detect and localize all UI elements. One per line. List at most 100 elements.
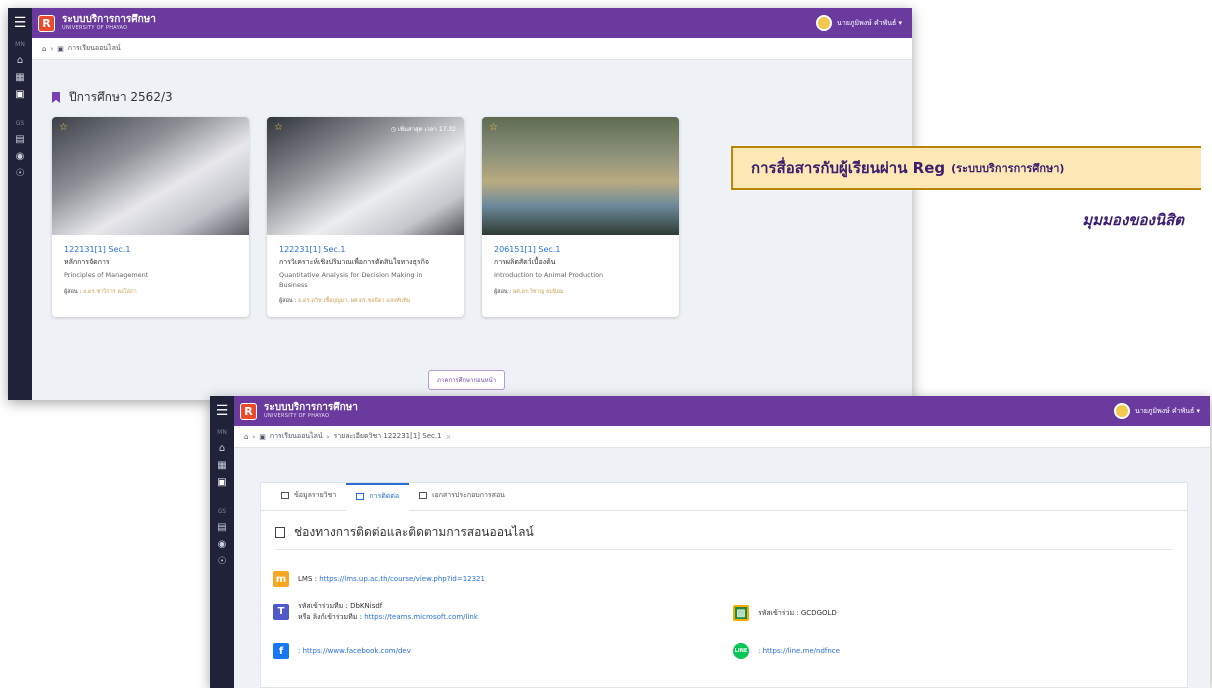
eye-icon[interactable]: ◉ (210, 536, 234, 553)
star-icon[interactable]: ☆ (274, 122, 283, 133)
document-icon[interactable]: ▤ (8, 131, 32, 148)
sidebar-group-label: MN (217, 429, 227, 436)
tab-bar: ข้อมูลรายวิชา การติดต่อ เอกสารประกอบการส… (261, 483, 1187, 511)
breadcrumb-separator: › (252, 432, 256, 441)
moodle-icon: m (273, 571, 289, 587)
course-code[interactable]: 206151[1] Sec.1 (494, 245, 667, 254)
file-icon (419, 492, 428, 499)
teams-link[interactable]: https://teams.microsoft.com/link (364, 613, 478, 621)
google-classroom-icon: ▩ (733, 605, 749, 621)
banner-main-text: การสื่อสารกับผู้เรียนผ่าน Reg (751, 159, 946, 177)
monitor-icon[interactable]: ▣ (210, 474, 234, 491)
tab-contact[interactable]: การติดต่อ (346, 483, 410, 511)
eye-icon[interactable]: ◉ (8, 148, 32, 165)
home-icon[interactable]: ⌂ (42, 45, 46, 53)
clock-icon: ◷ (390, 126, 397, 133)
app-subtitle: UNIVERSITY OF PHAYAO (62, 25, 128, 31)
semester-heading: ปีการศึกษา 2562/3 (52, 88, 892, 107)
course-name-en: Quantitative Analysis for Decision Makin… (279, 271, 423, 289)
course-card[interactable]: ☆ ◷ เพิ่มล่าสุด เวลา 17.32 122231[1] Sec… (267, 117, 464, 317)
line-icon: LINE (733, 643, 749, 659)
detail-area: ข้อมูลรายวิชา การติดต่อ เอกสารประกอบการส… (234, 448, 1210, 688)
course-card[interactable]: ☆ 206151[1] Sec.1 การผลิตสัตว์เบื้องต้น … (482, 117, 679, 317)
app-brand: ระบบบริการการศึกษา UNIVERSITY OF PHAYAO (264, 403, 358, 419)
breadcrumb-item-course: รายละเอียดวิชา 122231[1] Sec.1 (333, 432, 442, 440)
tab-label: เอกสารประกอบการสอน (432, 491, 505, 499)
app-title: ระบบบริการการศึกษา (62, 14, 156, 25)
user-name: นายภูมิพงษ์ คำพันธ์ (1135, 406, 1195, 415)
tab-label: การติดต่อ (369, 492, 400, 500)
close-icon[interactable]: × (446, 433, 452, 441)
course-image: ☆ (52, 117, 249, 235)
bookmark-icon (52, 92, 60, 103)
breadcrumb-item-online[interactable]: การเรียนออนไลน์ (68, 43, 121, 54)
course-code[interactable]: 122131[1] Sec.1 (64, 245, 237, 254)
chevron-down-icon: ▾ (896, 19, 902, 27)
classroom-row: ▩ รหัสเข้าร่วม : GCDGOLD (733, 605, 837, 621)
line-row: LINE : https://line.me/ndfnce (733, 643, 840, 659)
chevron-down-icon: ▾ (1194, 407, 1200, 415)
teacher-name: ผศ.ดร.วิชาญ ยมนิยม (513, 288, 564, 295)
lms-link[interactable]: https://lms.up.ac.th/course/view.php?id=… (319, 575, 485, 583)
detail-panel: ข้อมูลรายวิชา การติดต่อ เอกสารประกอบการส… (260, 482, 1188, 688)
monitor-icon: ▣ (57, 44, 64, 53)
course-name-en: Principles of Management (64, 271, 149, 280)
course-detail-window: ☰ R ระบบบริการการศึกษา UNIVERSITY OF PHA… (210, 396, 1210, 688)
teacher-label: ผู้สอน : (64, 288, 82, 295)
app-brand: ระบบบริการการศึกษา UNIVERSITY OF PHAYAO (62, 15, 156, 31)
facebook-row: f : https://www.facebook.com/dev (273, 643, 411, 659)
facebook-icon: f (273, 643, 289, 659)
id-card-icon[interactable]: ▦ (210, 457, 234, 474)
home-icon[interactable]: ⌂ (8, 52, 32, 69)
course-name-en: Introduction to Animal Production (494, 271, 604, 280)
hamburger-menu-icon[interactable]: ☰ (8, 8, 32, 38)
student-view-caption: มุมมองของนิสิต (1082, 211, 1184, 229)
course-teacher: ผู้สอน : อ.ดร.ดวิช เชื้อบุญมา, ผศ.ดร.ชลธ… (279, 297, 452, 305)
id-card-icon[interactable]: ▦ (8, 69, 32, 86)
app-title: ระบบบริการการศึกษา (264, 402, 358, 413)
hamburger-menu-icon[interactable]: ☰ (210, 396, 234, 426)
monitor-icon: ▣ (259, 432, 266, 441)
annotation-banner: การสื่อสารกับผู้เรียนผ่าน Reg (ระบบบริกา… (731, 146, 1201, 190)
last-updated-text: เพิ่มล่าสุด เวลา 17.32 (397, 126, 456, 133)
tab-course-info[interactable]: ข้อมูลรายวิชา (271, 490, 346, 510)
teams-row: T รหัสเข้าร่วมทีม : DbKNisdf หรือ ลิงก์เ… (273, 601, 478, 622)
sidebar: MN ⌂ ▦ ▣ GS ▤ ◉ ☉ (210, 426, 234, 688)
tab-documents[interactable]: เอกสารประกอบการสอน (409, 490, 515, 510)
lms-row: m LMS : https://lms.up.ac.th/course/view… (273, 571, 485, 587)
section-heading: ช่องทางการติดต่อและติดตามการสอนออนไลน์ (275, 523, 1187, 542)
bookmark-icon (356, 493, 365, 500)
home-icon[interactable]: ⌂ (210, 440, 234, 457)
course-card[interactable]: ☆ 122131[1] Sec.1 หลักการจัดการ Principl… (52, 117, 249, 317)
sidebar-group-label-2: GS (15, 120, 25, 127)
top-bar: ☰ R ระบบบริการการศึกษา UNIVERSITY OF PHA… (8, 8, 912, 38)
teams-icon: T (273, 603, 289, 620)
teacher-label: ผู้สอน : (494, 288, 512, 295)
star-icon[interactable]: ☆ (489, 122, 498, 133)
line-link[interactable]: : https://line.me/ndfnce (758, 647, 840, 655)
previous-semester-button[interactable]: ภาคการศึกษาก่อนหน้า (428, 370, 506, 390)
home-icon[interactable]: ⌂ (244, 433, 248, 441)
teacher-label: ผู้สอน : (279, 297, 297, 304)
teams-code: รหัสเข้าร่วมทีม : DbKNisdf (298, 602, 383, 610)
course-code[interactable]: 122231[1] Sec.1 (279, 245, 452, 254)
star-icon[interactable]: ☆ (59, 122, 68, 133)
breadcrumb: ⌂ › ▣ การเรียนออนไลน์ (32, 38, 912, 60)
bookmark-icon (275, 527, 285, 538)
user-menu[interactable]: นายภูมิพงษ์ คำพันธ์ ▾ (816, 15, 902, 31)
facebook-link[interactable]: : https://www.facebook.com/dev (298, 647, 411, 655)
user-menu[interactable]: นายภูมิพงษ์ คำพันธ์ ▾ (1114, 403, 1200, 419)
course-teacher: ผู้สอน : ผศ.ดร.วิชาญ ยมนิยม (494, 288, 667, 296)
main-content: ปีการศึกษา 2562/3 ☆ 122131[1] Sec.1 หลัก… (32, 60, 912, 400)
course-list-window: ☰ R ระบบบริการการศึกษา UNIVERSITY OF PHA… (8, 8, 912, 400)
headset-icon[interactable]: ☉ (210, 553, 234, 570)
headset-icon[interactable]: ☉ (8, 165, 32, 182)
reg-logo-icon: R (240, 402, 257, 420)
teacher-name: อ.ดร.ชาวิการ คงโสภา (83, 288, 137, 295)
breadcrumb-item-online[interactable]: การเรียนออนไลน์ (270, 431, 323, 442)
document-icon[interactable]: ▤ (210, 519, 234, 536)
user-name: นายภูมิพงษ์ คำพันธ์ (837, 18, 897, 27)
reg-logo-icon: R (38, 14, 55, 32)
course-image: ☆ (482, 117, 679, 235)
monitor-icon[interactable]: ▣ (8, 86, 32, 103)
